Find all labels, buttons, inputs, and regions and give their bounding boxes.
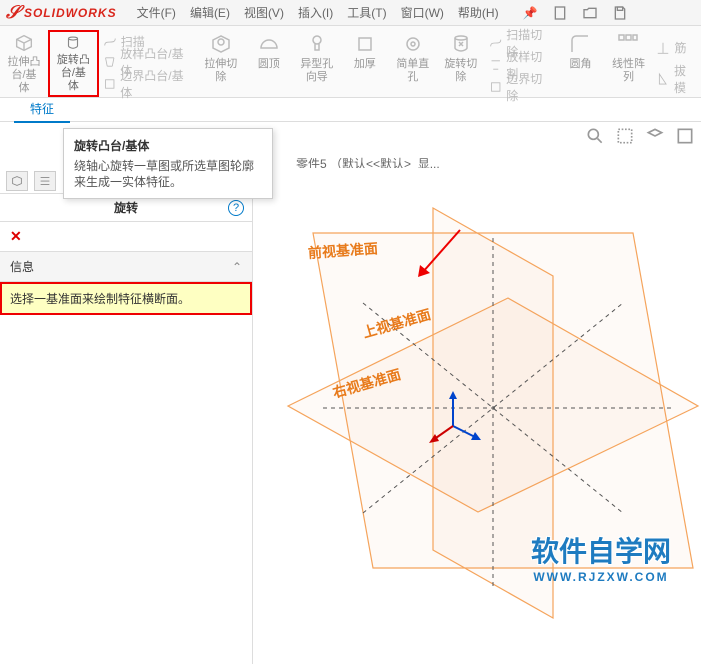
ribbon-tabs: 特征	[0, 98, 701, 122]
ribbon-hole-wizard[interactable]: 异型孔 向导	[293, 30, 341, 97]
watermark: 软件自学网 WWW.RJZXW.COM	[531, 530, 671, 584]
dome-icon	[257, 32, 281, 56]
ribbon-linear-pattern[interactable]: 线性阵 列	[604, 30, 652, 97]
save-icon[interactable]	[612, 5, 628, 21]
ribbon-fillet[interactable]: 圆角	[556, 30, 604, 97]
menu-tools[interactable]: 工具(T)	[347, 4, 386, 21]
menu-insert[interactable]: 插入(I)	[298, 4, 333, 21]
ribbon-simple-hole[interactable]: 简单直 孔	[389, 30, 437, 97]
ribbon-rib[interactable]: 筋	[656, 37, 697, 59]
revolve-cut-icon	[449, 32, 473, 56]
pin-icon[interactable]: 📌	[523, 6, 538, 20]
new-icon[interactable]	[552, 5, 568, 21]
panel-section-header[interactable]: 信息 ⌃	[0, 251, 252, 282]
ribbon-label: 拉伸凸 台/基体	[6, 56, 42, 95]
sweep-cut-icon	[489, 36, 502, 50]
ribbon-draft[interactable]: 拔模	[656, 68, 697, 90]
menubar: 𝒮 SOLIDWORKS 文件(F) 编辑(E) 视图(V) 插入(I) 工具(…	[0, 0, 701, 26]
tooltip-revolve: 旋转凸台/基体 绕轴心旋转一草图或所选草图轮廓来生成一实体特征。	[63, 128, 273, 199]
app-name: SOLIDWORKS	[24, 6, 117, 20]
menu-edit[interactable]: 编辑(E)	[190, 4, 230, 21]
ribbon-label: 异型孔 向导	[300, 58, 333, 84]
thicken-icon	[353, 32, 377, 56]
watermark-text: 软件自学网	[531, 530, 671, 570]
menu-window[interactable]: 窗口(W)	[401, 4, 444, 21]
menu-help[interactable]: 帮助(H)	[458, 4, 499, 21]
rib-icon	[656, 41, 670, 55]
display-style-icon[interactable]	[675, 126, 695, 146]
section-label: 信息	[10, 258, 34, 275]
ribbon-label: 加厚	[354, 58, 376, 71]
extrude-icon	[12, 32, 36, 54]
boundary-cut-icon	[489, 80, 502, 94]
tooltip-title: 旋转凸台/基体	[74, 137, 262, 154]
ribbon: 拉伸凸 台/基体 旋转凸 台/基体 扫描 放样凸台/基体 边界凸台/基体 拉伸切…	[0, 26, 701, 98]
graphics-viewport[interactable]: 前视基准面 上视基准面 右视基准面 软件自学网 WWW.RJZXW.COM	[253, 168, 701, 664]
extrude-cut-icon	[209, 32, 233, 56]
ribbon-label: 旋转切 除	[444, 58, 477, 84]
ribbon-boundary[interactable]: 边界凸台/基体	[103, 73, 193, 95]
ribbon-extrude-cut[interactable]: 拉伸切 除	[197, 30, 245, 97]
hole-wizard-icon	[305, 32, 329, 56]
ribbon-stack-2: 扫描切除 放样切割 边界切除	[485, 30, 557, 97]
ribbon-boundary-cut[interactable]: 边界切除	[489, 76, 553, 98]
menu-view[interactable]: 视图(V)	[244, 4, 284, 21]
quick-access-toolbar	[552, 5, 628, 21]
ribbon-dome[interactable]: 圆顶	[245, 30, 293, 97]
tab-features[interactable]: 特征	[14, 96, 70, 123]
cube-icon	[10, 174, 24, 188]
fillet-icon	[568, 32, 592, 56]
ribbon-label: 圆顶	[258, 58, 280, 71]
help-icon[interactable]: ?	[228, 200, 244, 216]
revolve-icon	[61, 34, 85, 52]
zoom-area-icon[interactable]	[615, 126, 635, 146]
panel-title: 旋转	[114, 199, 138, 216]
annotation-arrow	[410, 225, 470, 285]
view-toolbar	[585, 126, 695, 146]
ribbon-label: 旋转凸 台/基体	[56, 54, 91, 93]
tree-icon	[38, 174, 52, 188]
simple-hole-icon	[401, 32, 425, 56]
close-button[interactable]: ✕	[0, 222, 252, 251]
loft-cut-icon	[489, 58, 502, 72]
ribbon-stack-3: 筋 拔模	[652, 30, 701, 97]
ribbon-label: 拉伸切 除	[204, 58, 237, 84]
ribbon-stack-1: 扫描 放样凸台/基体 边界凸台/基体	[99, 30, 197, 97]
menu-file[interactable]: 文件(F)	[137, 4, 176, 21]
ribbon-label: 简单直 孔	[396, 58, 429, 84]
draft-icon	[656, 72, 669, 86]
sweep-icon	[103, 35, 117, 49]
panel-tab-tree[interactable]	[34, 171, 56, 191]
loft-icon	[103, 55, 116, 69]
ribbon-revolve-cut[interactable]: 旋转切 除	[437, 30, 485, 97]
ribbon-revolve-boss[interactable]: 旋转凸 台/基体	[48, 30, 99, 97]
property-manager: 旋转 ? ✕ 信息 ⌃ 选择一基准面来绘制特征横断面。	[0, 168, 253, 664]
ribbon-thicken[interactable]: 加厚	[341, 30, 389, 97]
boundary-icon	[103, 77, 116, 91]
pattern-icon	[616, 32, 640, 56]
zoom-fit-icon[interactable]	[585, 126, 605, 146]
ribbon-extrude-boss[interactable]: 拉伸凸 台/基体	[0, 30, 48, 97]
open-icon[interactable]	[582, 5, 598, 21]
tooltip-body: 绕轴心旋转一草图或所选草图轮廓来生成一实体特征。	[74, 158, 262, 190]
chevron-up-icon: ⌃	[232, 260, 242, 274]
panel-info-message: 选择一基准面来绘制特征横断面。	[0, 282, 252, 315]
ribbon-label: 圆角	[569, 58, 591, 71]
ribbon-label: 线性阵 列	[612, 58, 645, 84]
panel-tab-feature[interactable]	[6, 171, 28, 191]
app-logo: 𝒮 SOLIDWORKS	[6, 2, 117, 23]
view-orientation-icon[interactable]	[645, 126, 665, 146]
watermark-url: WWW.RJZXW.COM	[531, 570, 671, 584]
